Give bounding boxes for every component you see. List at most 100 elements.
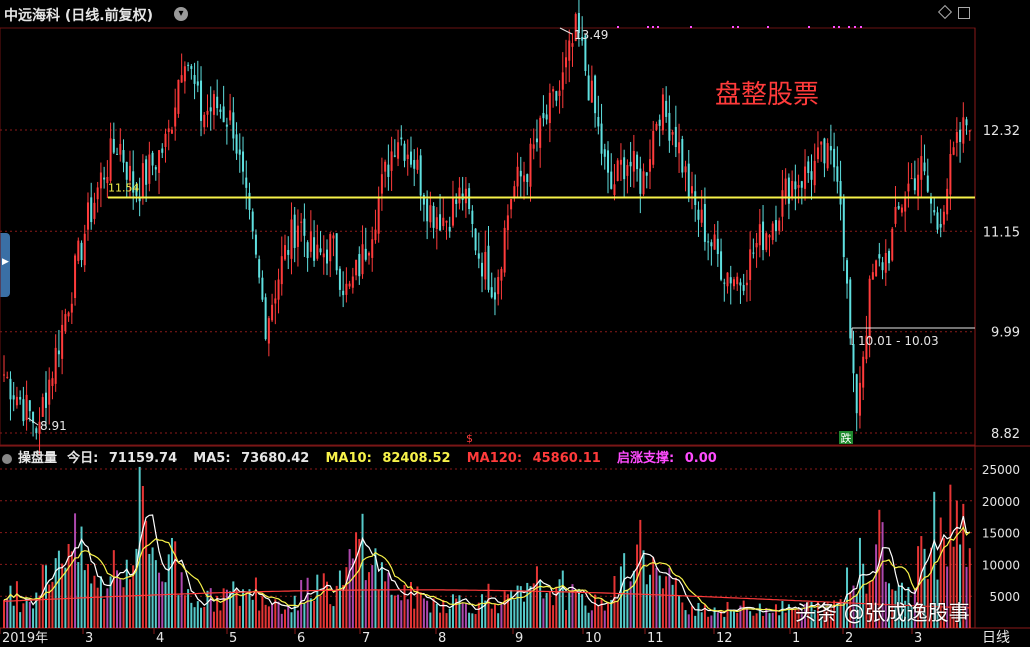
candle-body (804, 166, 807, 189)
fall-badge-label: 跌 (841, 431, 852, 445)
volume-bar (555, 586, 558, 628)
candle-body (371, 239, 374, 258)
indicator-name[interactable]: 操盘量 (18, 451, 57, 466)
candle-body (510, 199, 513, 210)
candle-body (645, 172, 648, 176)
candle-body (884, 252, 887, 273)
candle-body (723, 282, 726, 284)
candle-body (332, 235, 335, 239)
candle-body (54, 347, 57, 384)
candle-body (390, 151, 393, 171)
volume-bar (413, 608, 416, 628)
candle-body (400, 137, 403, 140)
candle-body (64, 314, 67, 332)
volume-bar (432, 598, 435, 628)
volume-bar (258, 610, 261, 628)
signal-dot (617, 26, 619, 28)
candle-body (878, 254, 881, 259)
volume-indicator-header: 操盘量 今日: 71159.74 MA5: 73680.42 MA10: 824… (0, 447, 970, 466)
volume-bar (309, 598, 312, 628)
candle-body (277, 279, 280, 300)
candle-body (791, 180, 794, 199)
candle-body (787, 177, 790, 204)
candle-body (219, 109, 222, 112)
volume-bar (222, 588, 225, 628)
candle-body (829, 146, 832, 151)
candle-body (180, 75, 183, 83)
candle-body (668, 112, 671, 141)
volume-bar (284, 609, 287, 628)
volume-bar (99, 576, 102, 628)
candle-body (716, 238, 719, 255)
candle-body (284, 245, 287, 260)
candle-body (432, 205, 435, 228)
candle-body (930, 197, 933, 204)
candle-body (222, 106, 225, 123)
candle-body (119, 143, 122, 155)
x-axis-label: 6 (297, 631, 305, 645)
candle-body (99, 172, 102, 189)
volume-bar (6, 597, 9, 628)
candle-body (141, 163, 144, 197)
volume-bar (762, 615, 765, 628)
candle-body (306, 242, 309, 259)
candle-body (296, 225, 299, 247)
candle-body (384, 161, 387, 172)
candle-body (15, 396, 18, 406)
candle-body (535, 138, 538, 143)
volume-bar (145, 520, 148, 628)
candle-body (726, 272, 729, 287)
volume-bar (409, 582, 412, 628)
candle-body (855, 374, 858, 414)
candle-body (917, 174, 920, 196)
candle-body (329, 234, 332, 262)
candle-body (836, 166, 839, 182)
candle-body (403, 143, 406, 161)
candle-body (161, 148, 164, 153)
indicator-toggle-icon[interactable] (2, 453, 12, 464)
candle-body (251, 211, 254, 232)
volume-bar (687, 614, 690, 628)
signal-dot (690, 26, 692, 28)
volume-bar (390, 594, 393, 628)
candle-body (439, 214, 442, 231)
volume-bar (232, 581, 235, 628)
volume-bar (694, 615, 697, 628)
volume-bar (500, 603, 503, 628)
candle-body (477, 253, 480, 259)
volume-tick-label: 20000 (982, 495, 1020, 509)
candle-body (490, 287, 493, 298)
volume-bar (180, 572, 183, 628)
candle-body (742, 285, 745, 291)
signal-dot (860, 26, 862, 28)
candle-body (858, 382, 861, 416)
candle-body (435, 217, 438, 230)
volume-bar (497, 613, 500, 628)
candle-body (784, 178, 787, 197)
volume-bar (468, 612, 471, 628)
volume-bar (332, 606, 335, 628)
candle-body (894, 206, 897, 224)
candle-body (261, 277, 264, 300)
candle-body (57, 350, 60, 355)
signal-dot (737, 26, 739, 28)
candle-body (913, 178, 916, 191)
candle-body (542, 112, 545, 119)
candle-body (823, 138, 826, 164)
high-label: 13.49 (574, 28, 608, 42)
candle-body (839, 181, 842, 205)
x-axis-label: 11 (647, 631, 664, 645)
volume-bar (781, 601, 784, 628)
volume-bar (749, 611, 752, 628)
volume-bar (351, 558, 354, 628)
period-label[interactable]: 日线 (982, 627, 1010, 647)
volume-bar (12, 605, 15, 628)
x-axis-label: 12 (716, 631, 733, 645)
volume-bar (729, 609, 732, 628)
candle-body (170, 129, 173, 134)
candle-body (907, 183, 910, 192)
volume-bar (277, 601, 280, 628)
signal-dot (732, 26, 734, 28)
candle-body (619, 159, 622, 165)
candle-body (768, 235, 771, 238)
